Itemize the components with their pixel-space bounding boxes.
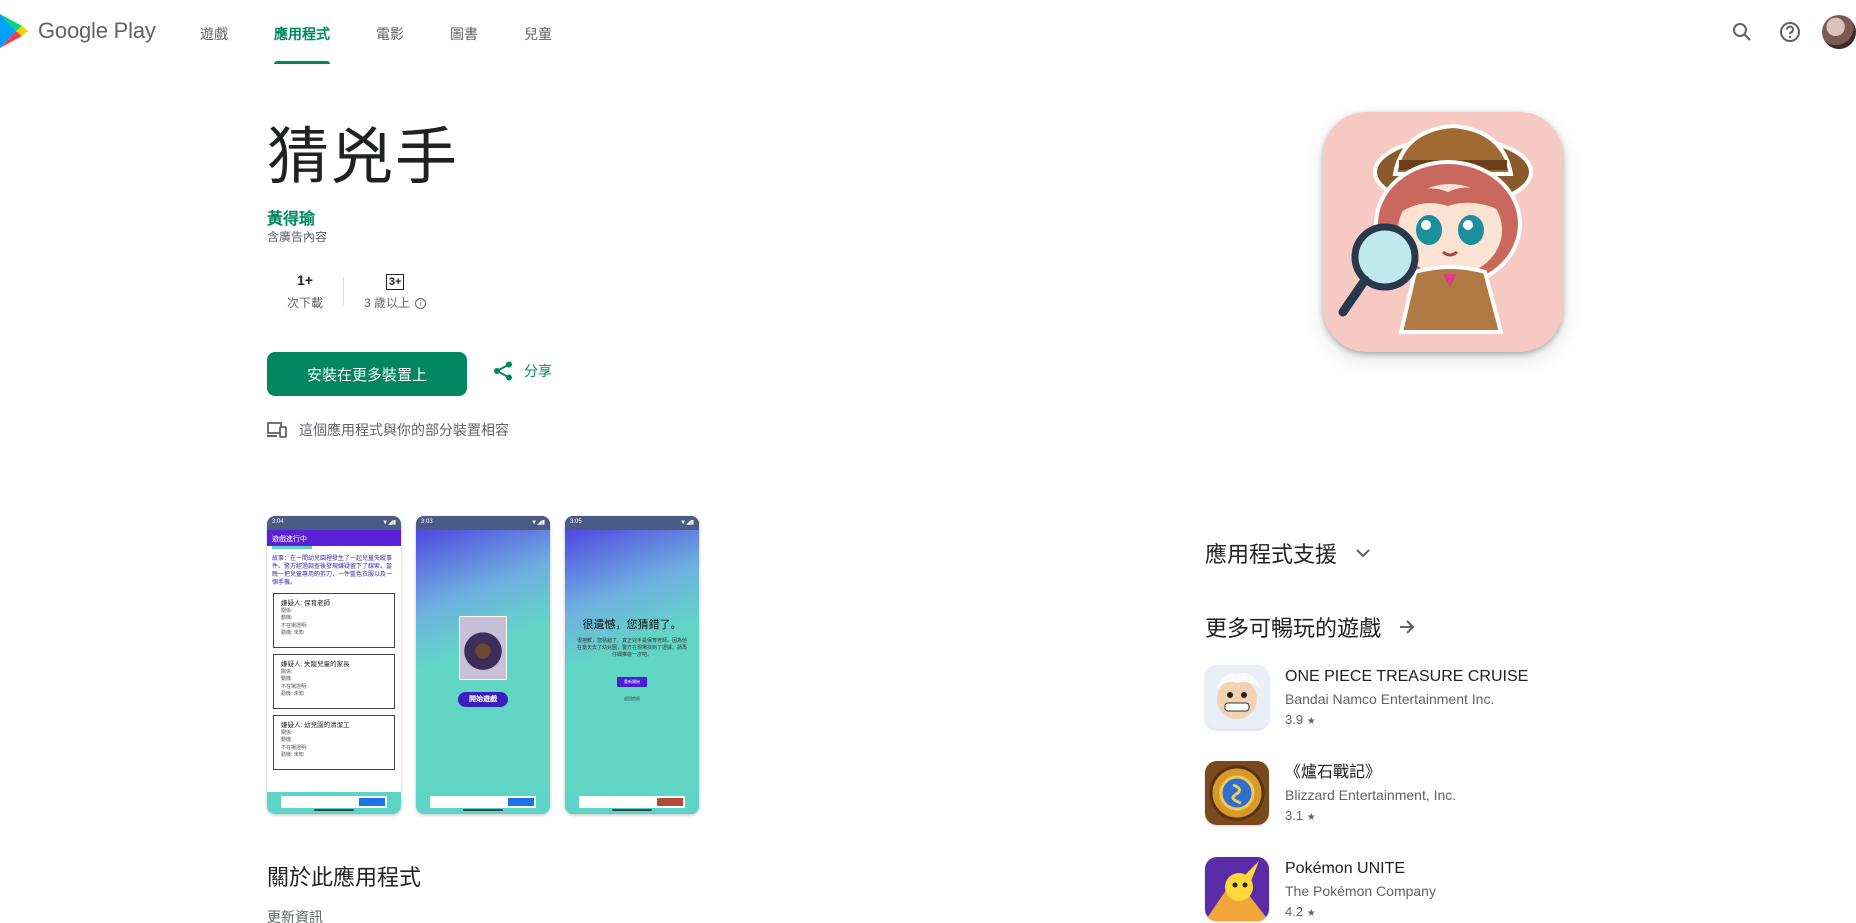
compat-text: 這個應用程式與你的部分裝置相容 [299,422,509,438]
nav-books[interactable]: 圖書 [440,0,488,64]
hearthstone-icon [1205,761,1269,825]
content-rating-stat[interactable]: 3+ 3 歲以上 i [344,270,446,311]
pokemon-unite-icon [1205,857,1269,921]
suspect-card: 嫌疑人: 保育老師 關係: 動機: 不在場證明: 勤機: 未知 [273,593,395,648]
game-bar-title: 遊戲進行中 [267,530,401,546]
content-rating-label: 3 歲以上 [364,296,411,310]
google-play-logo[interactable]: Google Play [0,14,156,48]
game-name: 《爐石戰記》 [1285,764,1382,781]
start-game-button: 開始遊戲 [458,692,508,707]
arrow-right-icon [1400,620,1415,634]
game-item[interactable]: Pokémon UNITE The Pokémon Company 4.2 ★ [1205,857,1436,923]
one-piece-icon [1205,665,1269,729]
avatar[interactable] [1822,15,1856,49]
content-rating-badge: 3+ [385,274,405,290]
star-icon: ★ [1306,908,1316,919]
play-logo-icon [0,14,28,48]
status-bar: 3:03 ▼◢▮ [416,516,550,530]
more-games-link[interactable]: 更多可暢玩的遊戲 [1205,611,1415,643]
header-actions [1712,14,1856,50]
share-button[interactable]: 分享 [492,360,552,382]
home-button: 返回首頁 [624,696,640,701]
game-rating: 3.9 ★ [1285,712,1316,727]
game-name: Pokémon UNITE [1285,860,1406,877]
story-text: 故事：在一間幼兒園裡發生了一起兒童失蹤事件。警方經過調查後發現嫌疑留下了線索。當… [272,556,393,586]
status-bar: 3:05 ▼◢▮ [565,516,699,530]
app-title: 猜兇手 [267,123,460,192]
game-developer: The Pokémon Company [1285,883,1436,899]
game-poster [459,616,507,680]
about-heading[interactable]: 關於此應用程式 [267,860,421,892]
game-item[interactable]: ONE PIECE TREASURE CRUISE Bandai Namco E… [1205,665,1528,732]
device-compat-note: 這個應用程式與你的部分裝置相容 [267,420,509,440]
result-title: 很遺憾，您猜錯了。 [582,619,682,631]
install-button[interactable]: 安裝在更多裝置上 [267,352,467,396]
screenshot-3[interactable]: 3:05 ▼◢▮ 很遺憾，您猜錯了。 很抱歉，您猜錯了。真正兇手是保育老師。因為他… [565,516,699,814]
restart-button: 重新開始 [617,677,647,687]
devices-icon [267,422,287,438]
share-icon [494,361,512,381]
game-developer: Blizzard Entertainment, Inc. [1285,787,1457,803]
game-developer: Bandai Namco Entertainment Inc. [1285,691,1495,707]
screenshot-carousel[interactable]: 3:04 ▼◢▮ 遊戲進行中 故事：在一間幼兒園裡發生了一起兒童失蹤事件。警方經過… [267,516,714,814]
app-icon [1323,112,1563,352]
help-icon[interactable] [1772,14,1808,50]
suspect-card: 嫌疑人: 失蹤兒童的家長 關係: 動機: 不在場證明: 勤機: 未知 [273,654,395,709]
downloads-value: 1+ [297,272,313,288]
game-name: ONE PIECE TREASURE CRUISE [1285,668,1529,685]
game-rating: 4.2 ★ [1285,904,1316,919]
top-bar: Google Play 遊戲 應用程式 電影 圖書 兒童 [0,0,1856,64]
screenshot-1[interactable]: 3:04 ▼◢▮ 遊戲進行中 故事：在一間幼兒園裡發生了一起兒童失蹤事件。警方經過… [267,516,401,814]
nav-kids[interactable]: 兒童 [514,0,562,64]
star-icon: ★ [1306,716,1316,727]
downloads-label: 次下載 [287,296,324,310]
ads-note: 含廣告內容 [267,230,328,244]
app-support-toggle[interactable]: 應用程式支援 [1205,537,1371,569]
game-rating: 3.1 ★ [1285,808,1316,823]
share-label: 分享 [524,363,552,379]
home-bar [612,809,652,811]
search-icon[interactable] [1724,14,1760,50]
main-nav: 遊戲 應用程式 電影 圖書 兒童 [190,0,588,64]
home-bar [314,809,354,811]
nav-apps[interactable]: 應用程式 [264,0,340,64]
updates-label: 更新資訊 [267,909,323,923]
more-games-label: 更多可暢玩的遊戲 [1205,616,1382,641]
game-item[interactable]: 《爐石戰記》 Blizzard Entertainment, Inc. 3.1 … [1205,761,1456,828]
home-bar [463,809,503,811]
nav-movies[interactable]: 電影 [366,0,414,64]
app-stats: 1+ 次下載 3+ 3 歲以上 i [267,270,446,311]
result-text: 很抱歉，您猜錯了。真正兇手是保育老師。因為他在當天去了幼兒園，警方在現場找到了證… [576,638,687,658]
status-bar: 3:04 ▼◢▮ [267,516,401,530]
info-icon[interactable]: i [415,298,427,310]
suspect-card: 嫌疑人: 幼兒園的清潔工 關係: 動機: 不在場證明: 勤機: 未知 [273,715,395,770]
developer-link[interactable]: 黃得瑜 [267,205,315,229]
chevron-down-icon [1356,549,1370,558]
star-icon: ★ [1306,812,1316,823]
nav-games[interactable]: 遊戲 [190,0,238,64]
support-label: 應用程式支援 [1205,542,1338,567]
logo-text: Google Play [38,18,156,43]
downloads-stat: 1+ 次下載 [267,270,343,311]
screenshot-2[interactable]: 3:03 ▼◢▮ 開始遊戲 [416,516,550,814]
